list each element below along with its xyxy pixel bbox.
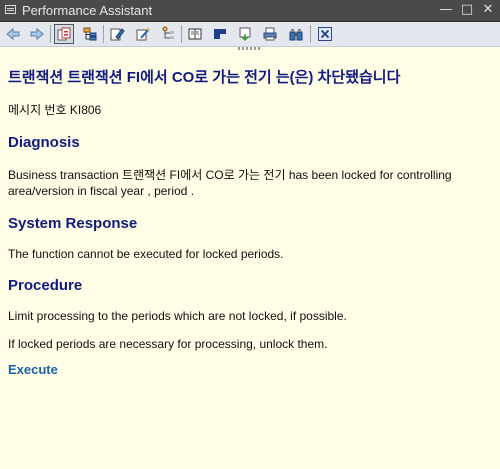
message-number: 메시지 번호 KI806 [8,103,102,117]
diagnosis-heading: Diagnosis [8,134,80,151]
book-icon [188,28,202,40]
structure-button[interactable] [80,24,100,44]
procedure-heading: Procedure [8,277,83,294]
arrow-left-icon [6,27,20,41]
window-title: Performance Assistant [22,3,153,18]
toolbar-separator [181,25,182,43]
document-title: 트랜잭션 트랜잭션 FI에서 CO로 가는 전기 는(은) 차단됐습니다 [8,69,401,86]
minimize-button[interactable]: — [438,2,454,18]
printer-icon [263,27,277,41]
diagnosis-text: Business transaction 트랜잭션 FI에서 CO로 가는 전기… [8,168,452,198]
maximize-button[interactable]: □ [459,2,475,18]
technical-info-icon [57,27,71,41]
procedure-text-1: Limit processing to the periods which ar… [8,309,347,323]
bookmark-icon [214,29,226,39]
system-response-heading: System Response [8,215,138,232]
magic-wand-icon [136,27,150,41]
export-button[interactable] [235,24,255,44]
tree-button[interactable] [158,24,178,44]
system-response-text: The function cannot be executed for lock… [8,247,284,261]
enhance-button[interactable] [133,24,153,44]
book-button[interactable] [185,24,205,44]
close-box-icon [318,27,332,41]
find-button[interactable] [286,24,306,44]
bookmark-button[interactable] [210,24,230,44]
export-icon [239,27,251,42]
arrow-right-icon [30,27,44,41]
technical-info-button[interactable] [54,24,74,44]
window-menu-icon[interactable] [5,5,16,14]
back-button[interactable] [3,24,23,44]
pencil-icon [110,28,125,41]
execute-link[interactable]: Execute [8,362,58,377]
toolbar [0,22,500,47]
procedure-text-2: If locked periods are necessary for proc… [8,337,328,351]
structure-icon [83,27,97,41]
toolbar-separator [50,25,51,43]
print-button[interactable] [260,24,280,44]
toolbar-separator [310,25,311,43]
forward-button[interactable] [27,24,47,44]
close-button[interactable]: ✕ [480,2,496,18]
binoculars-icon [289,29,303,41]
close-window-button[interactable] [315,24,335,44]
toolbar-separator [103,25,104,43]
splitter-grip[interactable] [238,47,262,50]
edit-button[interactable] [107,24,127,44]
tree-icon [162,26,174,39]
title-bar: Performance Assistant — □ ✕ [0,0,500,22]
